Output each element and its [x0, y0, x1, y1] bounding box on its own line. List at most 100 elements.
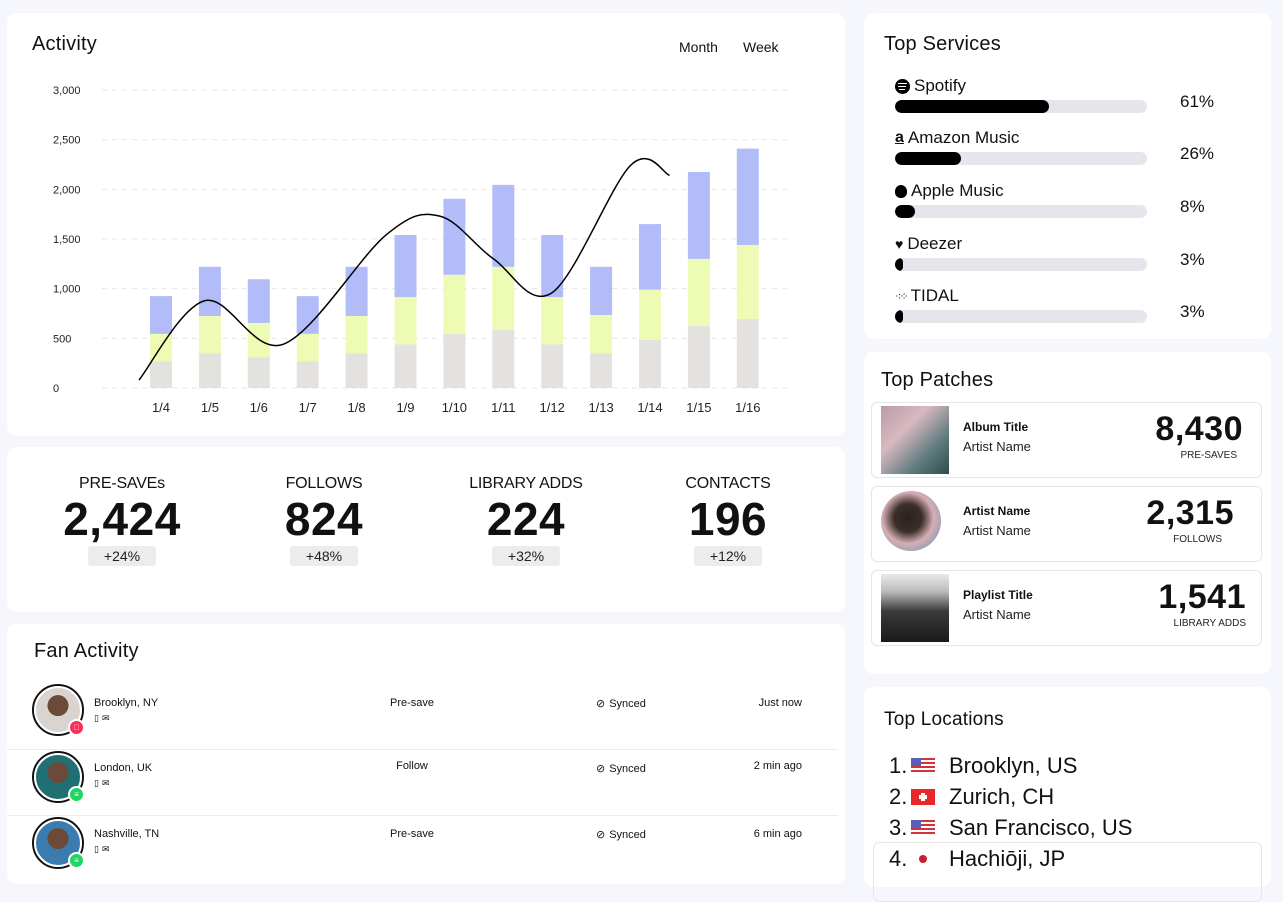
patch-value: 1,541 [1158, 578, 1246, 616]
check-circle-icon: ⊘ [596, 763, 606, 775]
patch-unit: LIBRARY ADDS [1173, 618, 1246, 629]
bar-segment-top [394, 235, 417, 298]
bar-segment-middle [639, 289, 661, 340]
fan-location: Nashville, TN [94, 828, 160, 840]
location-item: 2. Zurich, CH [889, 782, 1054, 812]
stat-label: FOLLOWS [285, 475, 363, 492]
stat-value: 196 [688, 493, 768, 545]
bar-segment-middle [443, 274, 466, 334]
x-tick-label: 1/4 [152, 400, 170, 415]
stat-value: 824 [284, 493, 364, 545]
fan-contact-icons: ▯ ✉ [94, 844, 110, 855]
service-apple-music: Apple Music 8% [895, 181, 1235, 218]
service-percent: 61% [1180, 92, 1215, 111]
x-tick-label: 1/15 [686, 400, 711, 415]
fan-location: London, UK [94, 762, 153, 774]
bar-segment-base [345, 353, 368, 388]
bar-segment-top [687, 171, 710, 259]
stat-value: 224 [486, 493, 566, 545]
bar-segment-middle [296, 333, 319, 362]
x-tick-label: 1/12 [540, 400, 565, 415]
x-tick-label: 1/16 [735, 400, 760, 415]
fan-status: ⊘ Synced [596, 828, 646, 842]
service-name: TIDAL [910, 286, 959, 305]
phone-icon: ▯ [94, 844, 99, 854]
location-rank: 4. [889, 846, 908, 871]
check-circle-icon: ⊘ [596, 698, 606, 710]
fan-row[interactable]: ≡ London, UK ▯ ✉ Follow ⊘ Synced 2 min ago [7, 750, 838, 816]
x-tick-label: 1/14 [637, 400, 662, 415]
patch-subtitle: Artist Name [963, 439, 1031, 454]
bar-segment-base [150, 361, 172, 388]
y-tick-label: 3,000 [53, 85, 81, 97]
service-progress-bar [895, 205, 1147, 218]
apple-icon [895, 184, 907, 198]
location-item: 1. Brooklyn, US [889, 751, 1077, 781]
bar-segment-middle [590, 314, 613, 354]
stats-card: PRE-SAVEs 2,424 +24% FOLLOWS 824 +48% LI… [7, 447, 845, 612]
ch-flag-icon [911, 789, 935, 805]
stat-follows: FOLLOWS 824 +48% [224, 475, 424, 567]
mail-icon: ✉ [101, 844, 110, 854]
us-flag-icon [911, 758, 935, 774]
fan-time: 2 min ago [753, 760, 802, 772]
service-progress-fill [895, 310, 903, 323]
amazon-icon: a [895, 129, 904, 146]
y-tick-label: 1,500 [53, 234, 81, 246]
tidal-icon: ⁖⁘ [895, 290, 909, 303]
album-cover-image [881, 406, 949, 474]
bar-segment-base [590, 353, 613, 388]
bar-segment-top [443, 198, 466, 275]
stat-label: PRE-SAVEs [79, 475, 165, 492]
service-amazon-music: a Amazon Music 26% [895, 128, 1235, 165]
location-rank: 3. [889, 815, 908, 840]
fan-status: ⊘ Synced [596, 762, 646, 776]
top-locations-title: Top Locations [884, 709, 1004, 730]
bar-segment-top [296, 296, 319, 334]
fan-row[interactable]: ≡ Nashville, TN ▯ ✉ Pre-save ⊘ Synced 6 mi… [7, 816, 838, 882]
phone-icon: ▯ [94, 713, 99, 723]
location-rank: 1. [889, 753, 908, 778]
mail-icon: ✉ [101, 713, 110, 723]
location-name: Zurich, CH [949, 784, 1055, 809]
service-deezer: ♥ Deezer 3% [895, 234, 1235, 271]
x-tick-label: 1/7 [299, 400, 317, 415]
stat-change-badge: +12% [693, 546, 763, 567]
activity-chart: 0 500 1,000 1,500 2,000 2,500 3,000 1/4 1/5 1/6 1/… [53, 85, 792, 415]
bar-segment-base [198, 353, 221, 388]
location-item: 3. San Francisco, US [889, 813, 1132, 843]
patch-value: 8,430 [1155, 410, 1243, 448]
fan-action: Follow [396, 760, 428, 772]
service-name: Amazon Music [907, 128, 1020, 147]
x-tick-label: 1/10 [442, 400, 467, 415]
service-progress-bar [895, 258, 1147, 271]
bar-segment-middle [345, 315, 368, 354]
location-name: Hachiōji, JP [949, 846, 1066, 871]
y-tick-label: 2,000 [53, 184, 81, 196]
stat-library-adds: LIBRARY ADDS 224 +32% [426, 475, 626, 567]
service-percent: 3% [1180, 302, 1205, 321]
bar-segment-base [296, 361, 319, 388]
patch-item[interactable]: Playlist Title Artist Name 1,541 LIBRARY… [871, 570, 1262, 646]
service-progress-fill [895, 205, 916, 218]
patch-item[interactable]: Artist Name Artist Name 2,315 FOLLOWS [871, 486, 1262, 562]
bar-segment-base [541, 344, 564, 388]
patch-unit: PRE-SAVES [1180, 450, 1238, 461]
y-tick-label: 500 [53, 333, 71, 345]
patch-subtitle: Artist Name [963, 607, 1031, 622]
fan-contact-icons: ▯ ✉ [94, 778, 110, 789]
bar-segment-base [443, 333, 466, 388]
x-tick-label: 1/6 [250, 400, 268, 415]
status-text: Synced [609, 828, 646, 841]
artist-photo [881, 491, 941, 551]
fan-row[interactable]:  Brooklyn, NY ▯✉ Pre-save ⊘Synced Just … [7, 684, 838, 750]
bar-segment-base [492, 329, 515, 388]
apple-music-icon:  [68, 719, 85, 736]
bar-segment-middle [736, 244, 759, 319]
fan-status: ⊘ Synced [596, 697, 646, 711]
service-progress-bar [895, 152, 1147, 165]
patch-item[interactable]: Album Title Artist Name 8,430 PRE-SAVES [871, 402, 1262, 478]
stat-label: CONTACTS [685, 475, 771, 492]
y-tick-label: 0 [53, 383, 59, 395]
fan-action: Pre-save [389, 828, 435, 840]
